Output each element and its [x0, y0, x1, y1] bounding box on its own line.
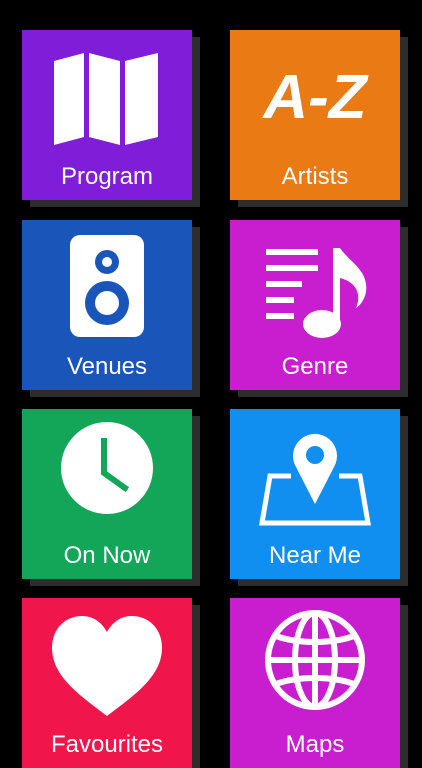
- tile-favourites[interactable]: Favourites: [22, 598, 192, 768]
- tile-label: Venues: [66, 353, 148, 380]
- tile-on-now[interactable]: On Now: [22, 409, 192, 579]
- tile-label: Program: [60, 163, 154, 190]
- tile-label: Artists: [281, 163, 349, 190]
- tile-label: Genre: [281, 353, 349, 380]
- svg-text:A-Z: A-Z: [261, 63, 368, 132]
- tile-genre[interactable]: Genre: [230, 220, 400, 390]
- tile-label: Maps: [285, 731, 345, 758]
- tile-label: Near Me: [268, 542, 362, 569]
- tile-maps[interactable]: Maps: [230, 598, 400, 768]
- tile-program[interactable]: Program: [22, 30, 192, 200]
- tile-label: Favourites: [50, 731, 164, 758]
- tile-artists[interactable]: A-Z Artists: [230, 30, 400, 200]
- tile-near-me[interactable]: Near Me: [230, 409, 400, 579]
- tile-venues[interactable]: Venues: [22, 220, 192, 390]
- tile-label: On Now: [63, 542, 151, 569]
